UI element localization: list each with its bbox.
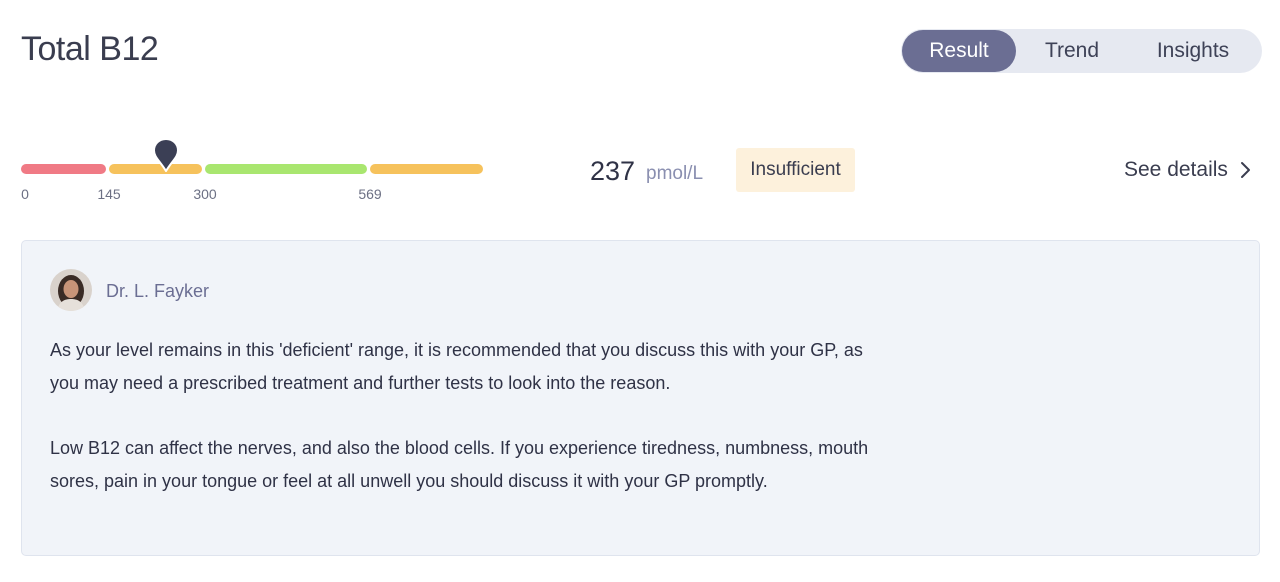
tab-result[interactable]: Result (902, 30, 1016, 72)
range-segment-high (370, 164, 483, 174)
chevron-right-icon (1240, 162, 1250, 178)
tab-trend[interactable]: Trend (1016, 30, 1128, 72)
range-segment-low (21, 164, 106, 174)
comment-paragraph: Low B12 can affect the nerves, and also … (50, 438, 869, 491)
range-segment-normal (205, 164, 367, 174)
result-value: 237 (590, 156, 636, 186)
range-tick-569: 569 (358, 186, 382, 202)
range-tick-0: 0 (21, 186, 29, 202)
doctor-comment-card: Dr. L. Fayker As your level remains in t… (21, 240, 1260, 556)
result-unit: pmol/L (646, 163, 704, 184)
doctor-avatar (50, 269, 92, 311)
doctor-name: Dr. L. Fayker (106, 281, 210, 301)
tab-insights[interactable]: Insights (1128, 30, 1258, 72)
range-tick-300: 300 (193, 186, 217, 202)
page-title: Total B12 (21, 30, 159, 68)
map-pin-icon (152, 138, 179, 172)
status-badge: Insufficient (736, 148, 855, 192)
range-tick-145: 145 (97, 186, 121, 202)
see-details-label: See details (1124, 158, 1228, 181)
comment-paragraph: As your level remains in this 'deficient… (50, 340, 863, 393)
reference-range-bar: 0 145 300 569 (21, 130, 483, 210)
view-tabs: Result Trend Insights (901, 29, 1262, 73)
see-details-link[interactable]: See details (1124, 158, 1251, 182)
